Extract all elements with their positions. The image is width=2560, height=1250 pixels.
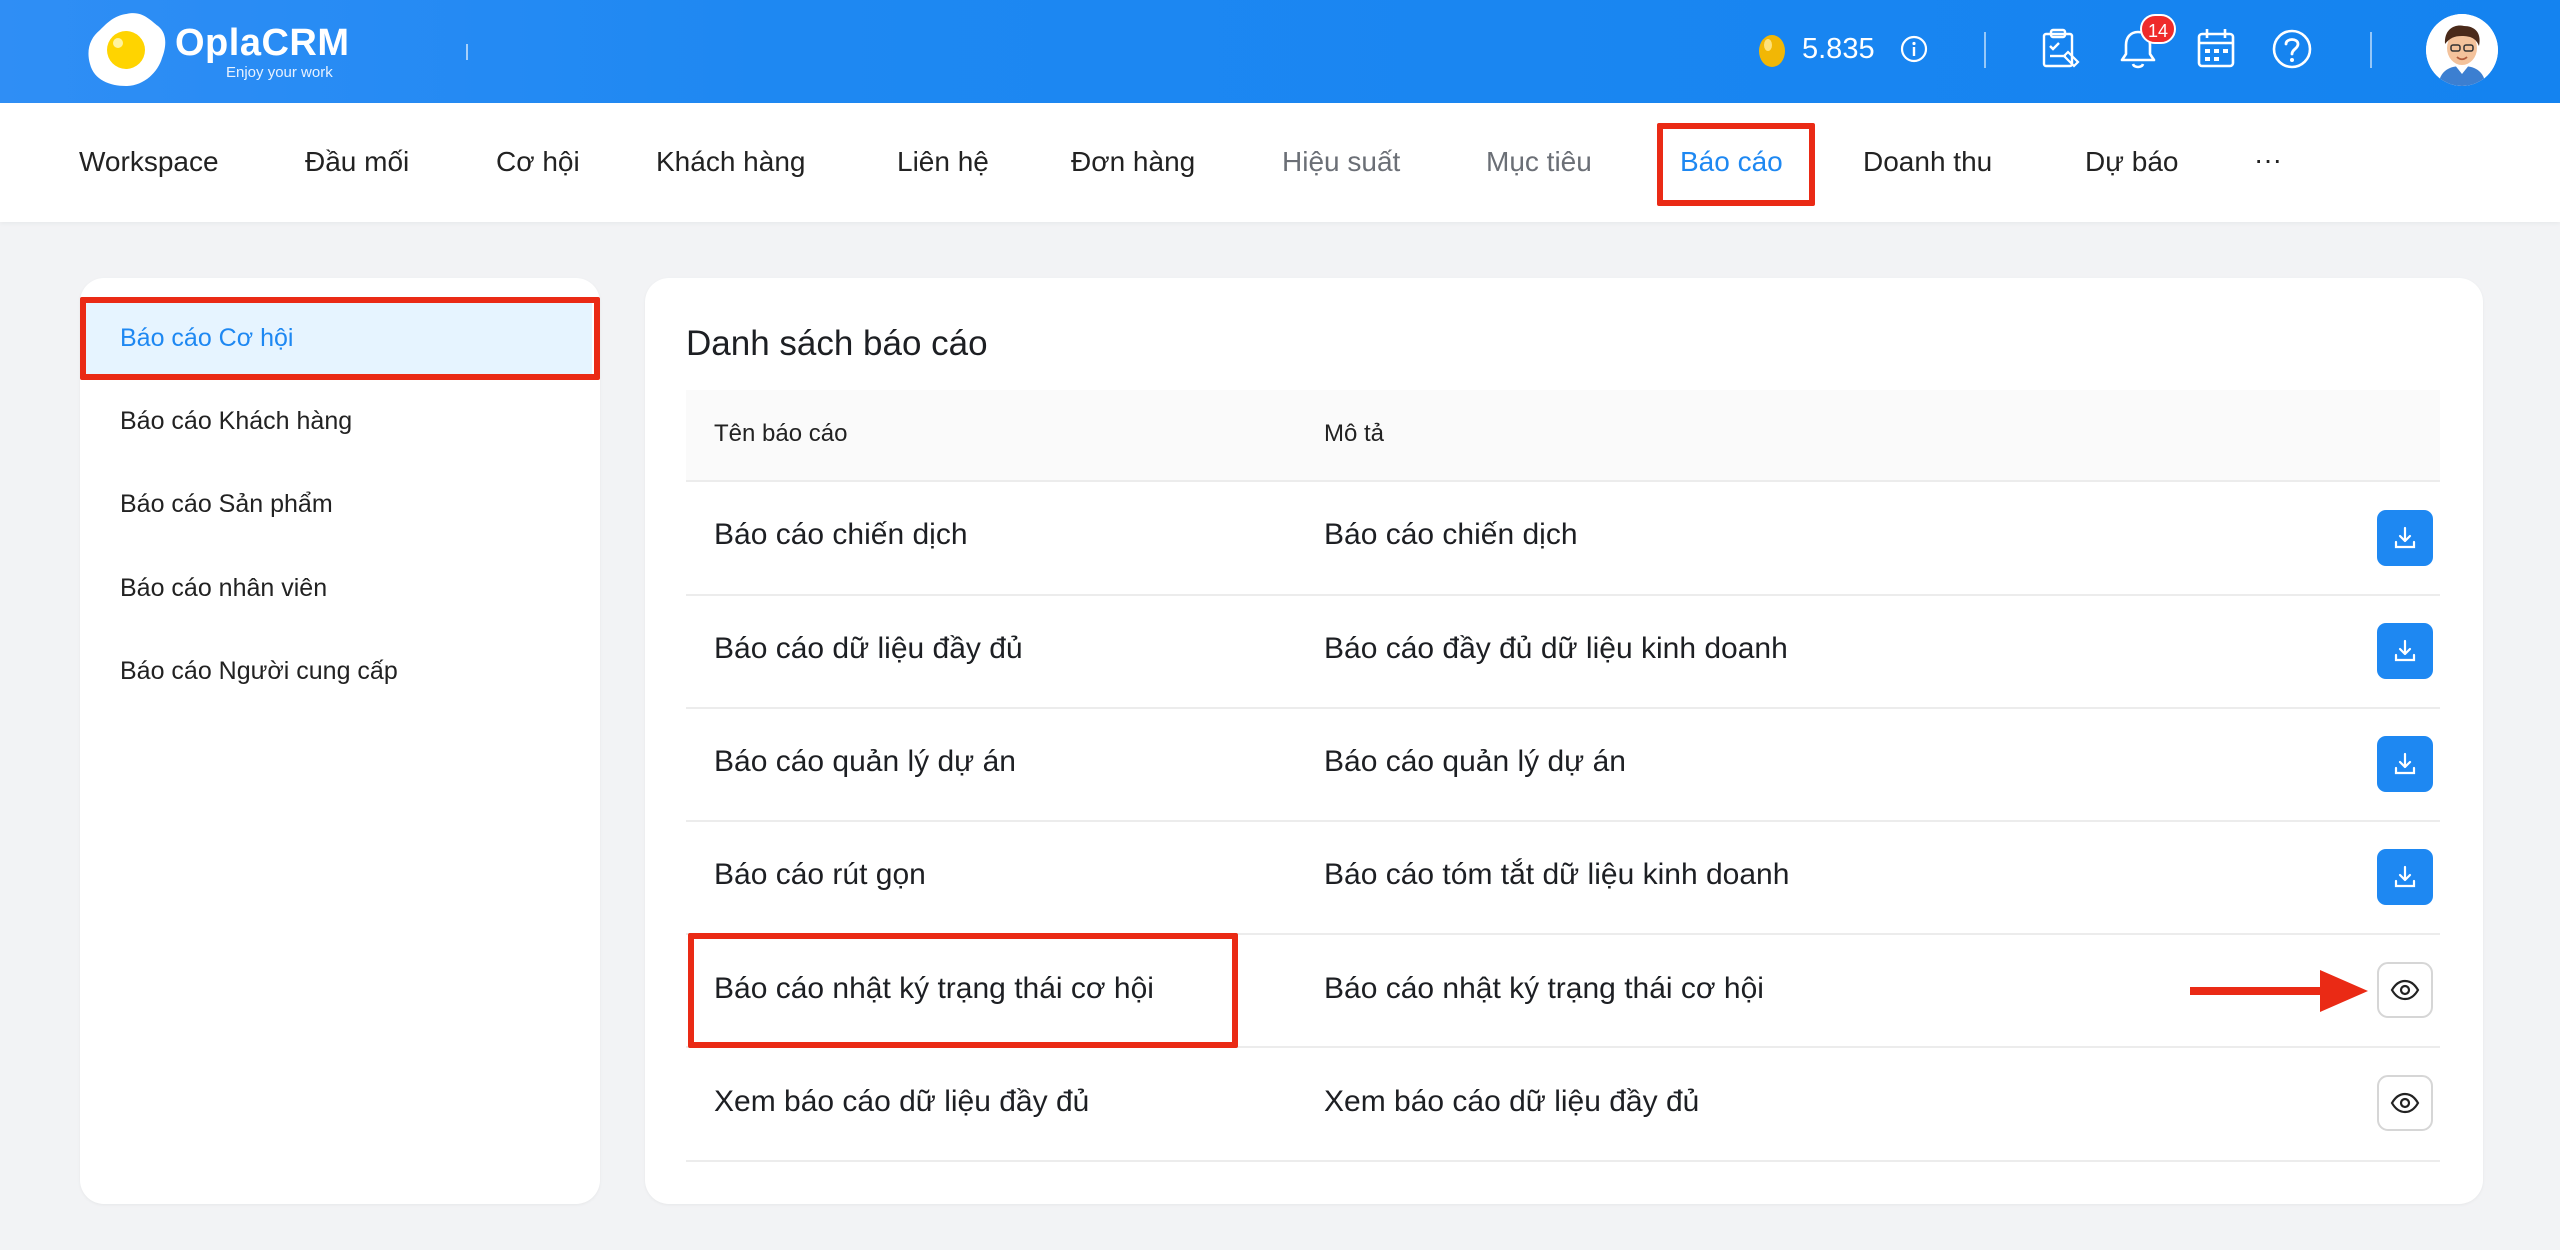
report-name[interactable]: Báo cáo dữ liệu đầy đủ <box>714 632 1023 666</box>
nav-dau-moi[interactable]: Đầu mối <box>305 146 409 178</box>
top-header <box>0 0 2560 103</box>
download-button[interactable] <box>2377 736 2433 792</box>
arrow-pointer-icon <box>2190 970 2368 1012</box>
row-divider <box>686 1160 2440 1162</box>
brand-tagline: Enjoy your work <box>226 64 333 81</box>
nav-du-bao[interactable]: Dự báo <box>2085 146 2178 178</box>
row-divider <box>686 820 2440 822</box>
column-header-name: Tên báo cáo <box>714 420 848 447</box>
info-icon[interactable] <box>1900 35 1928 63</box>
report-name[interactable]: Báo cáo rút gọn <box>714 858 926 892</box>
view-button[interactable] <box>2377 1075 2433 1131</box>
report-name[interactable]: Xem báo cáo dữ liệu đầy đủ <box>714 1085 1089 1119</box>
report-description: Báo cáo tóm tắt dữ liệu kinh doanh <box>1324 858 1790 891</box>
download-icon <box>2394 752 2416 775</box>
report-description: Báo cáo nhật ký trạng thái cơ hội <box>1324 972 1764 1005</box>
highlight-box-sidebar <box>80 297 600 380</box>
download-icon <box>2394 639 2416 662</box>
report-name[interactable]: Báo cáo quản lý dự án <box>714 745 1016 779</box>
nav-khach-hang[interactable]: Khách hàng <box>656 146 805 178</box>
header-divider <box>2370 32 2372 68</box>
nav-hieu-suat[interactable]: Hiệu suất <box>1282 146 1400 178</box>
report-description: Báo cáo chiến dịch <box>1324 518 1578 551</box>
download-button[interactable] <box>2377 623 2433 679</box>
nav-don-hang[interactable]: Đơn hàng <box>1071 146 1195 178</box>
nav-more[interactable]: ··· <box>2254 144 2282 176</box>
coin-balance: 5.835 <box>1802 33 1875 65</box>
page-title: Danh sách báo cáo <box>686 324 988 363</box>
report-description: Xem báo cáo dữ liệu đầy đủ <box>1324 1085 1700 1118</box>
report-name[interactable]: Báo cáo chiến dịch <box>714 518 968 552</box>
sidebar-item-bao-cao-khach-hang[interactable]: Báo cáo Khách hàng <box>120 407 352 436</box>
download-icon <box>2394 526 2416 549</box>
report-description: Báo cáo đầy đủ dữ liệu kinh doanh <box>1324 632 1788 665</box>
view-button[interactable] <box>2377 962 2433 1018</box>
user-avatar[interactable] <box>2426 14 2498 86</box>
calendar-icon[interactable] <box>2194 26 2238 72</box>
sidebar-item-bao-cao-san-pham[interactable]: Báo cáo Sản phẩm <box>120 490 333 519</box>
highlight-box-row <box>688 933 1238 1048</box>
column-header-description: Mô tả <box>1324 420 1385 447</box>
eye-icon <box>2390 1092 2420 1114</box>
header-divider <box>466 44 468 60</box>
task-board-icon[interactable] <box>2038 26 2082 72</box>
brand-name[interactable]: OplaCRM <box>175 22 350 65</box>
report-description: Báo cáo quản lý dự án <box>1324 745 1626 778</box>
nav-muc-tieu[interactable]: Mục tiêu <box>1486 146 1592 178</box>
nav-lien-he[interactable]: Liên hệ <box>897 146 989 178</box>
eye-icon <box>2390 979 2420 1001</box>
download-button[interactable] <box>2377 510 2433 566</box>
download-icon <box>2394 865 2416 888</box>
sidebar-item-bao-cao-nguoi-cung-cap[interactable]: Báo cáo Người cung cấp <box>120 657 398 686</box>
nav-doanh-thu[interactable]: Doanh thu <box>1863 146 1992 178</box>
golden-egg-icon <box>1759 35 1785 67</box>
table-header <box>686 390 2440 482</box>
download-button[interactable] <box>2377 849 2433 905</box>
notification-badge: 14 <box>2140 14 2177 44</box>
header-divider <box>1984 32 1986 68</box>
nav-workspace[interactable]: Workspace <box>79 146 219 178</box>
row-divider <box>686 707 2440 709</box>
highlight-box-nav <box>1657 123 1815 206</box>
help-circle-icon[interactable] <box>2270 26 2314 72</box>
opla-logo-icon[interactable] <box>84 10 169 90</box>
row-divider <box>686 594 2440 596</box>
sidebar-item-bao-cao-nhan-vien[interactable]: Báo cáo nhân viên <box>120 574 327 603</box>
nav-co-hoi[interactable]: Cơ hội <box>496 146 580 178</box>
